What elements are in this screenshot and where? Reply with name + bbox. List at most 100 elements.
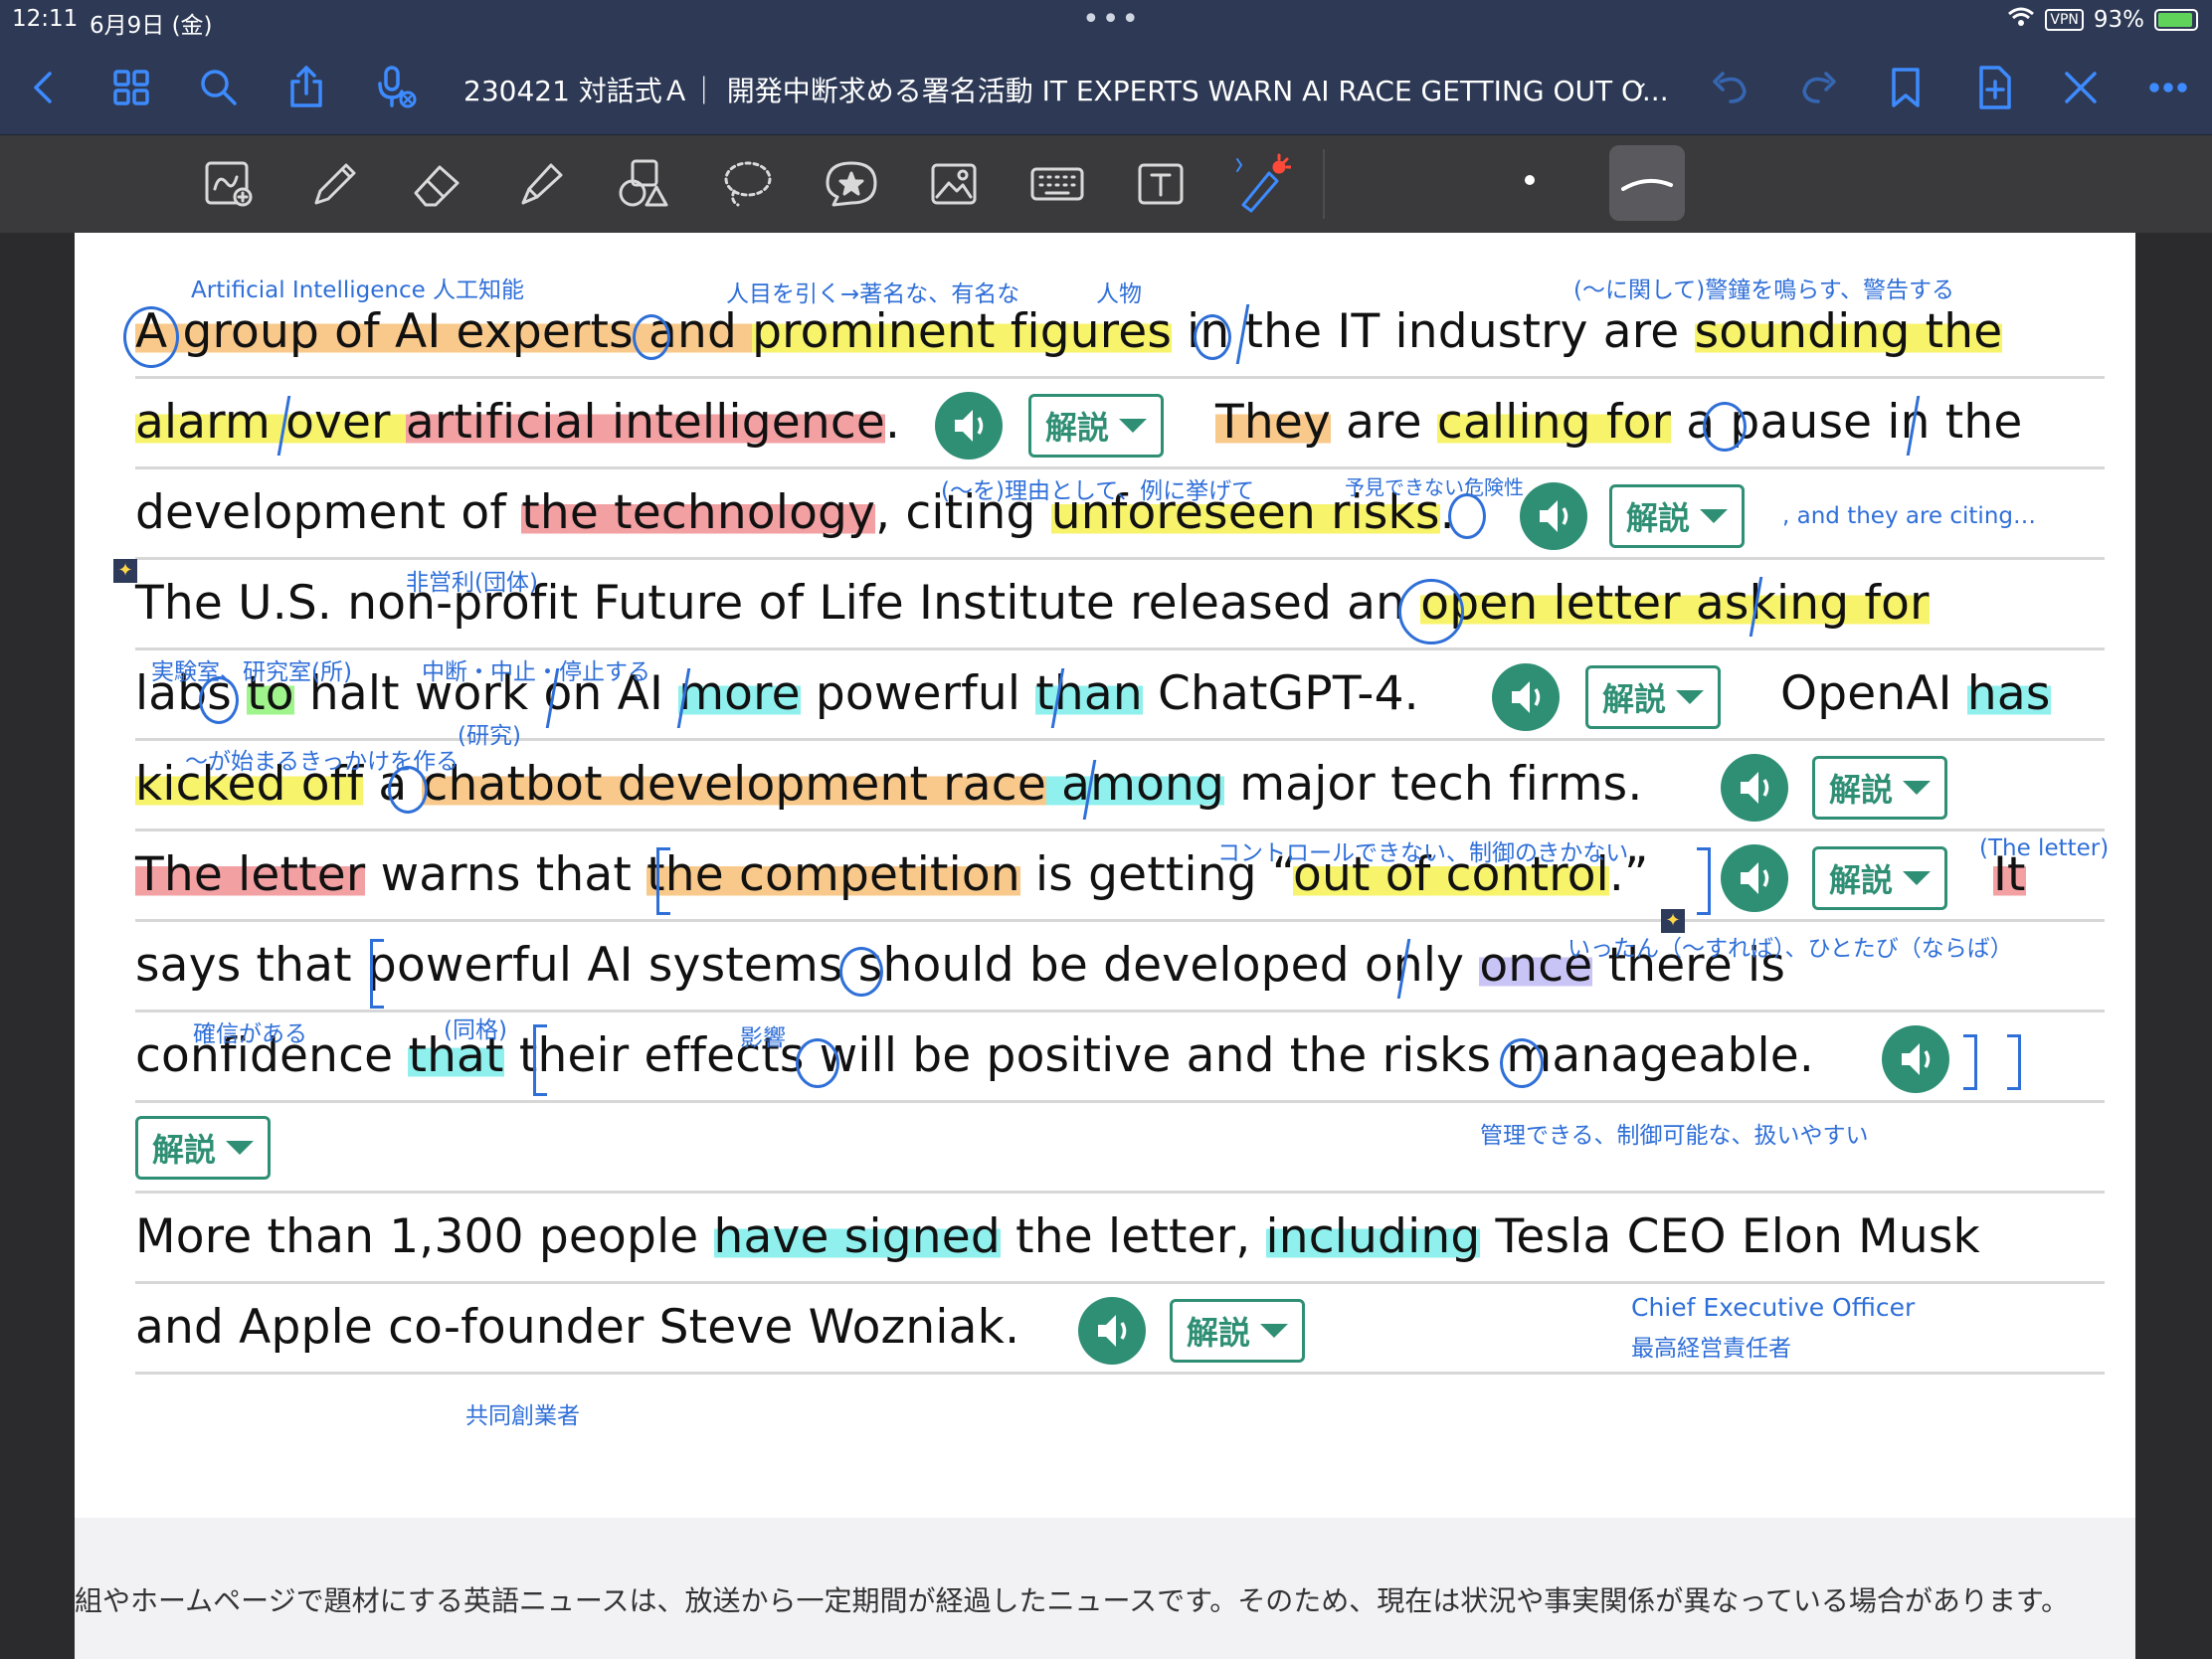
ink-bracket [2007,1034,2021,1090]
text-rule [135,738,2105,741]
kaisetsu-label: 解説 [1602,680,1667,718]
stroke-style-button[interactable] [1609,145,1685,221]
ink-bracket [1697,847,1711,915]
text-line-3: development of the technology, citing un… [135,485,1455,540]
annotation: 予見できない危険性 [1345,475,1524,499]
annotation: , and they are citing… [1782,503,2036,529]
lasso-icon[interactable] [716,153,778,215]
sticker-icon[interactable] [820,153,881,215]
image-icon[interactable] [923,153,985,215]
annotation: 管理できる、制御可能な、扱いやすい [1480,1123,1869,1149]
annotation: 人目を引く→著名な、有名な [726,281,1020,307]
annotation: Artificial Intelligence 人工知能 [191,277,525,303]
ink-circle [1703,402,1747,452]
tool-bar [0,135,2212,233]
text-rule [135,1010,2105,1013]
app-toolbar: 230421 対話式Ａ｜ 開発中断求める署名活動 IT EXPERTS WARN… [0,40,2212,135]
phrase-highlight: than [1035,666,1143,721]
kaisetsu-button[interactable]: 解説 [1812,756,1948,820]
kaisetsu-button[interactable]: 解説 [1170,1299,1306,1363]
toolbar-divider [1323,149,1325,219]
ink-circle [1398,579,1464,645]
ink-circle [199,676,239,724]
highlighter-icon[interactable] [509,153,571,215]
speaker-icon[interactable] [1492,663,1560,731]
search-icon[interactable] [193,62,245,113]
zoom-lasso-icon[interactable] [199,153,261,215]
phrase: Tesla CEO Elon Musk [1480,1209,1980,1264]
ink-circle [388,766,428,814]
status-right: VPN 93% [2007,6,2198,34]
phrase-highlight: the technology [521,485,876,540]
speaker-icon[interactable] [935,392,1003,460]
phrase: are [1331,395,1437,450]
ink-circle [1500,1038,1544,1088]
stroke-size-dot[interactable] [1525,175,1535,185]
text-rule [135,466,2105,469]
caret-down-icon [1119,419,1148,433]
pen-icon[interactable] [302,153,364,215]
battery-icon [2154,9,2198,31]
text-icon[interactable] [1130,153,1192,215]
text-line-4: The U.S. non-profit Future of Life Insti… [135,576,1930,631]
phrase: . [885,395,901,450]
ink-bracket [370,939,384,1009]
phrase-highlight: chatbot development race [422,757,1046,812]
undo-icon[interactable] [1705,62,1756,113]
annotation: (〜を)理由として、例に挙げて [941,478,1255,504]
keyboard-icon[interactable] [1026,153,1088,215]
back-icon[interactable] [18,62,70,113]
text-line-10: More than 1,300 people have signed the l… [135,1209,1980,1264]
annotation: いったん（〜すれば）、ひとたび（ならば） [1567,936,2013,962]
annotation: コントロールできない、制御のきかない [1217,840,1629,866]
phrase-highlight: sounding the [1694,304,2003,359]
speaker-icon[interactable] [1882,1025,1949,1093]
mic-icon[interactable] [370,62,422,113]
kaisetsu-button[interactable]: 解説 [1609,484,1746,548]
phrase-highlight: the competition [646,847,1020,902]
more-icon[interactable] [2142,62,2194,113]
annotation: 非営利(団体) [406,570,538,596]
share-icon[interactable] [280,62,332,113]
phrase-highlight: more [678,666,801,721]
phrase: in the IT industry are [1172,304,1695,359]
speaker-icon[interactable] [1721,844,1788,912]
close-icon[interactable] [2055,62,2107,113]
add-page-icon[interactable] [1969,62,2021,113]
phrase: OpenAI [1780,666,1967,721]
kaisetsu-button[interactable]: 解説 [135,1116,272,1180]
chevron-down-icon[interactable]: ⌄ [1631,70,1649,94]
multitasking-dots-icon[interactable]: ••• [1082,2,1141,37]
laser-pointer-icon[interactable] [1229,153,1293,215]
ink-circle [123,306,179,368]
kaisetsu-button[interactable]: 解説 [1028,394,1165,458]
kaisetsu-button[interactable]: 解説 [1812,846,1948,910]
speaker-icon[interactable] [1520,482,1587,550]
ink-circle [1448,493,1486,539]
phrase: More than 1,300 people [135,1209,714,1264]
eraser-icon[interactable] [406,153,467,215]
text-rule [135,1281,2105,1284]
speaker-icon[interactable] [1721,754,1788,822]
footer-disclaimer: 組やホームページで題材にする英語ニュースは、放送から一定期間が経過したニュースで… [75,1584,2070,1617]
redo-icon[interactable] [1792,62,1844,113]
annotation: 中断・中止・停止する [422,659,650,685]
status-bar: 12:11 6月9日 (金) ••• VPN 93% [0,0,2212,40]
ink-bracket [656,847,670,915]
annotation: (研究) [458,723,521,749]
shapes-icon[interactable] [613,153,674,215]
sparkle-icon: ✦ [113,559,137,583]
speaker-icon[interactable] [1078,1297,1146,1365]
ink-circle [839,947,883,997]
phrase-highlight: The letter [135,847,366,902]
document-title[interactable]: 230421 対話式Ａ｜ 開発中断求める署名活動 IT EXPERTS WARN… [463,70,1669,109]
grid-icon[interactable] [105,62,157,113]
annotation: 実験室、研究室(所) [151,659,352,685]
phrase: warns that [365,847,647,902]
kaisetsu-button[interactable]: 解説 [1585,665,1722,729]
bookmark-icon[interactable] [1880,62,1932,113]
phrase-highlight: alarm over [135,395,406,450]
phrase: their effects will be positive and the r… [503,1028,1815,1083]
text-rule [135,829,2105,831]
phrase-highlight: open letter asking for [1420,576,1930,631]
